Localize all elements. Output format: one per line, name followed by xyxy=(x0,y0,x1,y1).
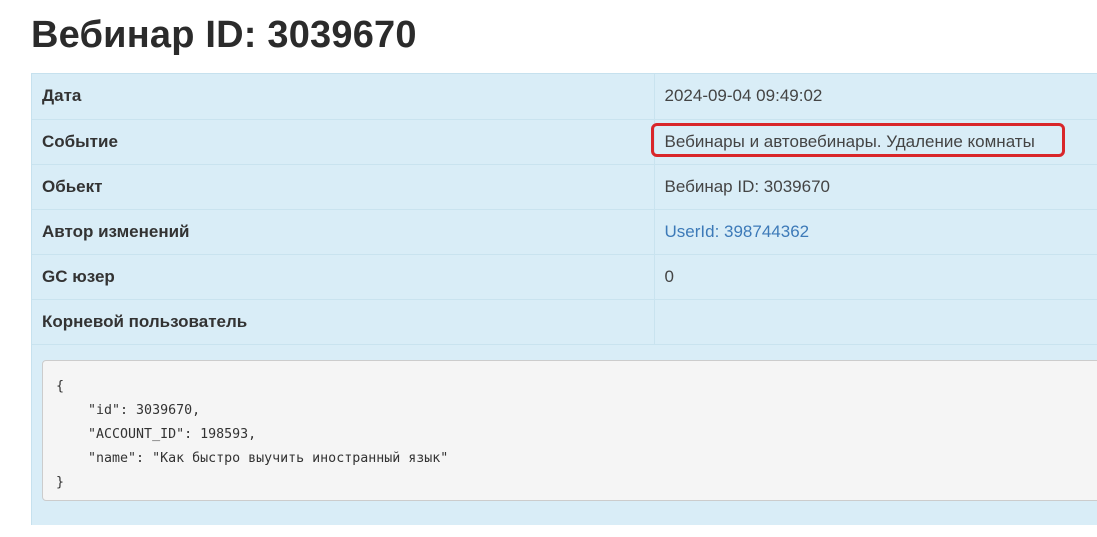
author-user-link[interactable]: UserId: 398744362 xyxy=(665,222,810,241)
table-row-gc-user: GC юзер 0 xyxy=(32,254,1097,300)
row-value: Вебинар ID: 3039670 xyxy=(654,164,1097,210)
table-row-object: Обьект Вебинар ID: 3039670 xyxy=(32,164,1097,210)
row-value: 0 xyxy=(654,254,1097,300)
row-label: Корневой пользователь xyxy=(32,299,655,345)
row-label: Обьект xyxy=(32,164,655,210)
table-row-event: Событие Вебинары и автовебинары. Удалени… xyxy=(32,119,1097,165)
row-value: Вебинары и автовебинары. Удаление комнат… xyxy=(664,131,1035,151)
row-value-container: Вебинары и автовебинары. Удаление комнат… xyxy=(650,119,1097,165)
page-title: Вебинар ID: 3039670 xyxy=(31,14,417,56)
row-value xyxy=(654,299,1097,345)
row-label: Автор изменений xyxy=(32,209,655,255)
row-value-container: UserId: 398744362 xyxy=(654,209,1097,255)
json-payload-block: { "id": 3039670, "ACCOUNT_ID": 198593, "… xyxy=(42,360,1097,501)
details-panel: Дата 2024-09-04 09:49:02 Событие Вебинар… xyxy=(31,73,1097,525)
table-row-root-user: Корневой пользователь xyxy=(32,299,1097,345)
table-row-author: Автор изменений UserId: 398744362 xyxy=(32,209,1097,255)
row-label: Дата xyxy=(32,74,655,120)
row-label: Событие xyxy=(32,119,655,165)
table-row-date: Дата 2024-09-04 09:49:02 xyxy=(32,74,1097,120)
details-table: Дата 2024-09-04 09:49:02 Событие Вебинар… xyxy=(32,74,1097,345)
row-label: GC юзер xyxy=(32,254,655,300)
row-value: 2024-09-04 09:49:02 xyxy=(654,74,1097,120)
